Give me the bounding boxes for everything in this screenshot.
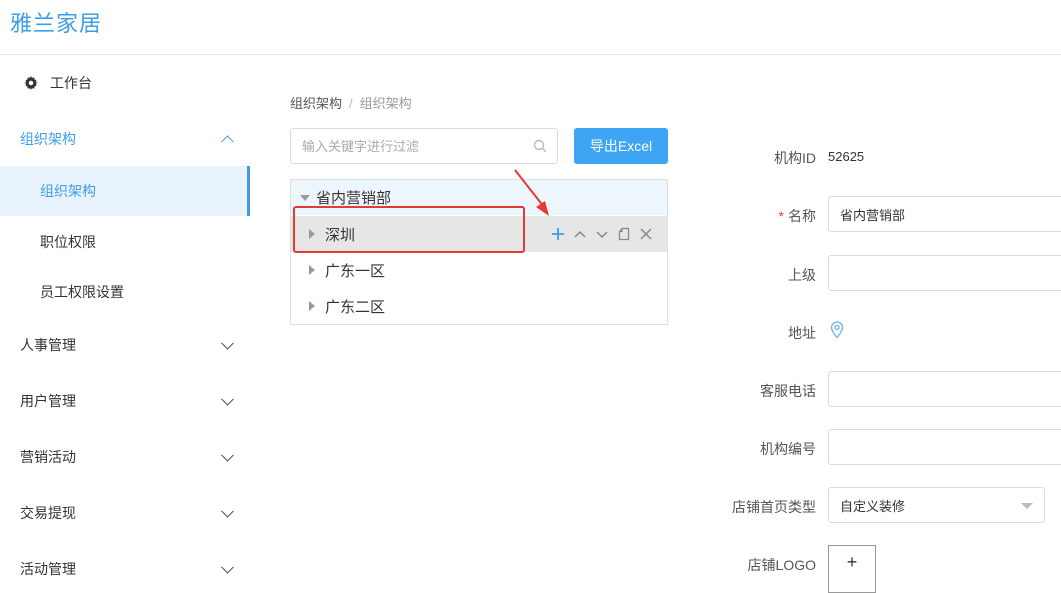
tree-node-label: 广东二区: [325, 298, 386, 316]
location-pin-icon[interactable]: [830, 321, 844, 339]
annotation-highlight-box: [293, 206, 525, 253]
sidebar-group-marketing[interactable]: 营销活动: [0, 440, 250, 474]
caret-down-icon: [1021, 503, 1033, 509]
tree-node-label: 省内营销部: [316, 190, 392, 207]
chevron-down-icon: [221, 560, 234, 574]
home-type-label: 店铺首页类型: [732, 499, 816, 515]
sidebar: 工作台 组织架构 组织架构 职位权限 员工权限设置 人事管理 用户管理 营销活动…: [0, 55, 250, 577]
org-code-field[interactable]: [828, 429, 1061, 465]
delete-icon[interactable]: [638, 223, 654, 245]
caret-right-icon[interactable]: [309, 265, 315, 275]
sidebar-group-activities[interactable]: 活动管理: [0, 552, 250, 586]
chevron-up-icon: [221, 135, 234, 149]
gear-icon: [24, 76, 38, 90]
sidebar-group-withdraw[interactable]: 交易提现: [0, 496, 250, 530]
sidebar-group-org[interactable]: 组织架构: [0, 122, 250, 156]
phone-field[interactable]: [828, 371, 1061, 407]
chevron-down-icon: [221, 392, 234, 406]
add-icon[interactable]: [550, 223, 566, 245]
sidebar-group-label: 营销活动: [20, 449, 76, 465]
move-up-icon[interactable]: [572, 223, 588, 245]
org-id-label: 机构ID: [774, 150, 816, 166]
org-id-value: 52625: [828, 149, 865, 164]
sidebar-group-label: 交易提现: [20, 505, 76, 521]
copy-icon[interactable]: [616, 223, 632, 245]
caret-down-icon[interactable]: [300, 194, 310, 201]
breadcrumb-item[interactable]: 组织架构: [290, 96, 342, 111]
sidebar-item-label: 工作台: [50, 75, 92, 91]
chevron-down-icon: [221, 448, 234, 462]
required-mark: *: [778, 208, 784, 224]
name-label-text: 名称: [788, 208, 816, 224]
parent-label: 上级: [788, 267, 816, 283]
logo-label: 店铺LOGO: [747, 557, 816, 573]
sidebar-group-users[interactable]: 用户管理: [0, 384, 250, 418]
breadcrumb: 组织架构 / 组织架构: [290, 93, 412, 112]
search-input[interactable]: [291, 129, 557, 163]
sidebar-item-staff-permission[interactable]: 员工权限设置: [0, 275, 250, 309]
sidebar-group-label: 用户管理: [20, 393, 76, 409]
home-type-select[interactable]: 自定义装修: [828, 487, 1045, 523]
export-excel-button[interactable]: 导出Excel: [574, 128, 668, 164]
org-code-label: 机构编号: [760, 441, 816, 457]
sidebar-item-label: 组织架构: [40, 183, 96, 199]
tree-node[interactable]: 广东一区: [291, 252, 667, 288]
name-label: * 名称: [740, 206, 816, 226]
plus-icon: +: [846, 552, 858, 572]
breadcrumb-current: 组织架构: [359, 96, 412, 111]
annotation-arrow-icon: [514, 169, 549, 216]
top-header: 雅兰家居: [0, 0, 1061, 55]
caret-right-icon[interactable]: [309, 301, 315, 311]
address-label: 地址: [788, 325, 816, 341]
chevron-down-icon: [221, 336, 234, 350]
phone-label: 客服电话: [760, 383, 816, 399]
tree-node[interactable]: 广东二区: [291, 288, 667, 324]
tree-node-actions: [550, 223, 654, 245]
sidebar-item-position-permission[interactable]: 职位权限: [0, 225, 250, 259]
chevron-down-icon: [221, 504, 234, 518]
search-icon[interactable]: [533, 139, 547, 153]
sidebar-item-workbench[interactable]: 工作台: [0, 67, 250, 99]
move-down-icon[interactable]: [594, 223, 610, 245]
tree-filter-search: [290, 128, 558, 164]
breadcrumb-separator: /: [349, 96, 353, 111]
sidebar-group-label: 组织架构: [20, 131, 76, 147]
sidebar-item-label: 职位权限: [40, 234, 96, 250]
sidebar-group-hr[interactable]: 人事管理: [0, 328, 250, 362]
tree-node-label: 广东一区: [325, 262, 386, 280]
sidebar-item-label: 员工权限设置: [40, 284, 124, 300]
logo-upload-button[interactable]: +: [828, 545, 876, 593]
sidebar-group-label: 人事管理: [20, 337, 76, 353]
sidebar-item-org-structure[interactable]: 组织架构: [0, 166, 250, 216]
parent-field[interactable]: [828, 255, 1061, 291]
sidebar-group-label: 活动管理: [20, 561, 76, 577]
name-field[interactable]: 省内营销部: [828, 196, 1061, 232]
brand-logo-text[interactable]: 雅兰家居: [10, 6, 102, 38]
home-type-value: 自定义装修: [840, 498, 906, 514]
